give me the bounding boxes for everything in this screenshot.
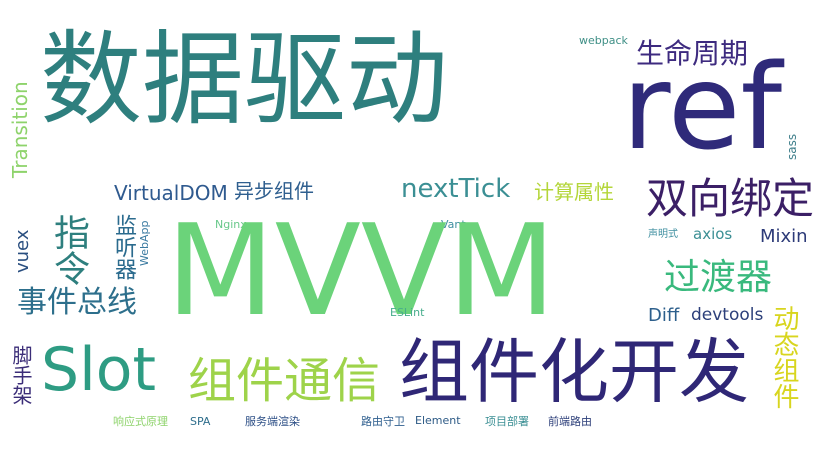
word-zhiling: 指令 [48, 214, 89, 286]
word-transition: Transition [8, 81, 32, 178]
word-dongtai-zujian: 动态组件 [769, 305, 799, 409]
word-devtools: devtools [691, 305, 764, 325]
word-shijian-zongxian: 事件总线 [17, 285, 137, 320]
word-jiaoshoujia: 脚手架 [9, 345, 33, 405]
word-zujian-tongxin: 组件通信 [188, 353, 381, 409]
word-guoduqi: 过渡器 [664, 257, 773, 298]
word-mixin: Mixin [760, 226, 808, 247]
word-shuju-qudong: 数据驱动 [40, 21, 448, 140]
word-shuangxiang-bangding: 双向绑定 [646, 174, 815, 223]
word-element: Element [415, 414, 461, 427]
word-webpack: webpack [579, 34, 628, 47]
word-shengmingshi: 声明式 [648, 229, 678, 240]
word-fuwuduan-xuanran: 服务端渲染 [245, 415, 300, 428]
word-xiangyingshi-yuanli: 响应式原理 [113, 415, 168, 428]
word-shengming-zhouqi: 生命周期 [636, 37, 749, 70]
word-cloud: 数据驱动 ref 生命周期 webpack sass Transition Vi… [0, 0, 831, 467]
word-vuex: vuex [12, 229, 33, 273]
word-jiantingqi: 监听器 [111, 214, 136, 280]
word-spa: SPA [190, 415, 211, 428]
word-qianduan-luyou: 前端路由 [548, 415, 592, 428]
word-zujianhua-kaifa: 组件化开发 [399, 331, 749, 413]
word-luyou-shouwei: 路由守卫 [361, 415, 405, 428]
word-eslint: ESLint [390, 306, 425, 319]
word-xiangmu-bushu: 项目部署 [485, 415, 529, 428]
word-axios: axios [693, 225, 733, 243]
word-diff: Diff [648, 305, 680, 326]
word-webapp: WebApp [138, 220, 151, 266]
word-mvvm: MVVM [166, 197, 556, 344]
word-sass: sass [785, 133, 799, 160]
word-slot: Slot [41, 335, 156, 405]
